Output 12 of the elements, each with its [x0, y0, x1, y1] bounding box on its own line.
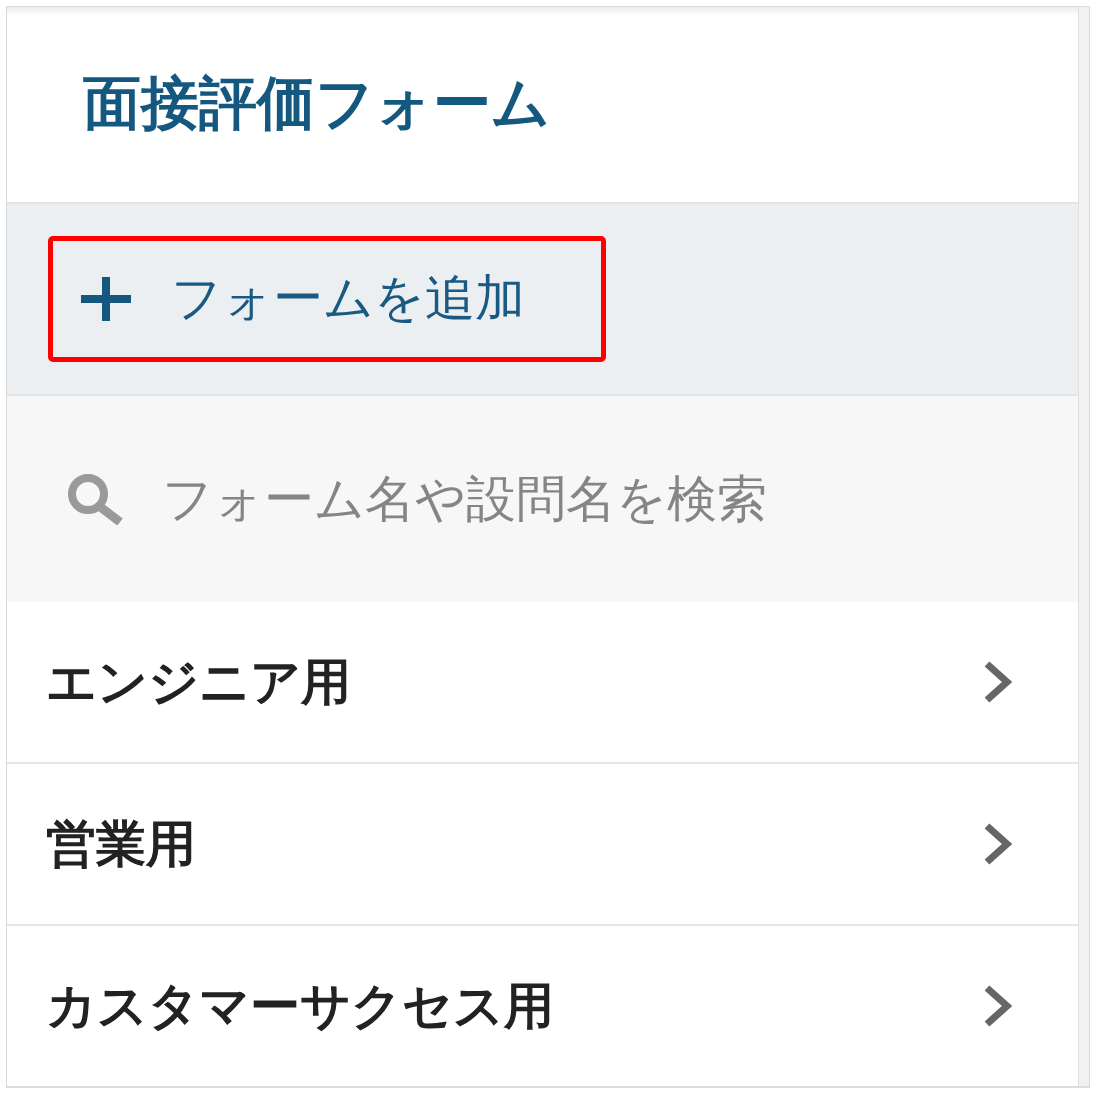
search-icon — [66, 473, 124, 525]
search-field[interactable]: フォーム名や設問名を検索 — [162, 470, 1058, 528]
chevron-right-icon[interactable] — [983, 985, 1012, 1027]
scrollbar-track[interactable] — [1078, 7, 1090, 1088]
form-name[interactable]: カスタマーサクセス用 — [46, 972, 554, 1040]
add-form-button[interactable]: フォームを追加 — [48, 236, 606, 362]
form-name[interactable]: 営業用 — [46, 810, 196, 878]
panel-title: 面接評価フォーム — [83, 68, 550, 140]
form-name[interactable]: エンジニア用 — [46, 648, 351, 716]
plus-icon — [81, 277, 131, 321]
chevron-right-icon[interactable] — [983, 661, 1012, 703]
chevron-right-icon[interactable] — [983, 823, 1012, 865]
